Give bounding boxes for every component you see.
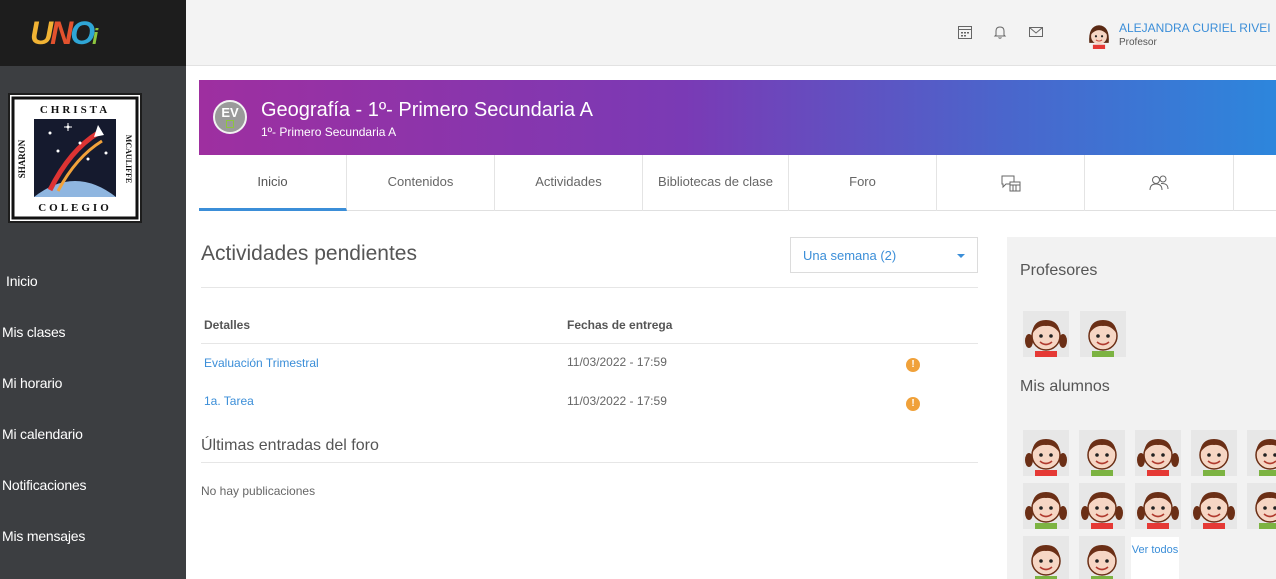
activity-link[interactable]: 1a. Tarea bbox=[204, 394, 254, 408]
sidebar-item-mi-horario[interactable]: Mi horario bbox=[0, 358, 186, 409]
unoi-logo: UNOi bbox=[30, 14, 98, 51]
student-avatar[interactable] bbox=[1247, 483, 1276, 529]
column-header-due-date: Fechas de entrega bbox=[567, 318, 673, 332]
student-avatar[interactable] bbox=[1079, 430, 1125, 476]
student-avatar[interactable] bbox=[1135, 430, 1181, 476]
teacher-avatar[interactable] bbox=[1023, 311, 1069, 357]
forum-divider bbox=[201, 462, 978, 463]
people-panel: Profesores Mis alumnos bbox=[1007, 237, 1276, 579]
user-name[interactable]: ALEJANDRA CURIEL RIVEI bbox=[1119, 21, 1271, 35]
column-header-details: Detalles bbox=[204, 318, 251, 332]
svg-text:COLEGIO: COLEGIO bbox=[38, 202, 112, 214]
table-header-divider bbox=[201, 343, 978, 344]
sidebar-nav: Inicio Mis clases Mi horario Mi calendar… bbox=[0, 256, 186, 562]
svg-text:MCAULIFFE: MCAULIFFE bbox=[124, 135, 133, 183]
student-avatar[interactable] bbox=[1023, 536, 1069, 579]
svg-text:SHARON: SHARON bbox=[17, 139, 27, 178]
class-subtitle: 1º- Primero Secundaria A bbox=[261, 125, 397, 139]
bell-icon[interactable] bbox=[992, 24, 1010, 42]
tab-foro[interactable]: Foro bbox=[789, 155, 937, 211]
student-avatar[interactable] bbox=[1023, 430, 1069, 476]
activity-due-date: 11/03/2022 - 17:59 bbox=[567, 394, 667, 408]
activity-due-date: 11/03/2022 - 17:59 bbox=[567, 355, 667, 369]
sidebar-item-mis-mensajes[interactable]: Mis mensajes bbox=[0, 511, 186, 562]
tab-actividades[interactable]: Actividades bbox=[495, 155, 643, 211]
alert-icon: ! bbox=[906, 397, 920, 411]
people-icon bbox=[1148, 174, 1170, 190]
class-header-banner: EV Geografía - 1º- Primero Secundaria A … bbox=[199, 80, 1276, 155]
student-avatar[interactable] bbox=[1079, 536, 1125, 579]
sidebar-item-inicio[interactable]: Inicio bbox=[0, 256, 186, 307]
teacher-avatar[interactable] bbox=[1080, 311, 1126, 357]
crest-emblem-icon: CHRISTA COLEGIO SHARON MCAULIFFE bbox=[11, 96, 139, 220]
calendar-icon[interactable] bbox=[957, 24, 975, 42]
school-crest-logo: CHRISTA COLEGIO SHARON MCAULIFFE bbox=[8, 93, 142, 223]
alert-icon: ! bbox=[906, 358, 920, 372]
sidebar-item-mi-calendario[interactable]: Mi calendario bbox=[0, 409, 186, 460]
student-avatar[interactable] bbox=[1023, 483, 1069, 529]
student-avatar[interactable] bbox=[1191, 430, 1237, 476]
student-avatar[interactable] bbox=[1079, 483, 1125, 529]
activity-link[interactable]: Evaluación Trimestral bbox=[204, 356, 319, 370]
class-title: Geografía - 1º- Primero Secundaria A bbox=[261, 99, 593, 121]
period-filter-value: Una semana (2) bbox=[803, 248, 897, 263]
app-window: UNOi CHRISTA COLEGIO SHARON MCAULIFFE In… bbox=[0, 0, 1276, 579]
class-tabs: Inicio Contenidos Actividades Biblioteca… bbox=[199, 155, 1276, 211]
user-avatar[interactable] bbox=[1085, 21, 1113, 49]
sidebar: UNOi CHRISTA COLEGIO SHARON MCAULIFFE In… bbox=[0, 0, 186, 579]
brand-logo-bar[interactable]: UNOi bbox=[0, 0, 186, 66]
sidebar-item-mis-clases[interactable]: Mis clases bbox=[0, 307, 186, 358]
mail-icon[interactable] bbox=[1028, 24, 1046, 42]
tab-bibliotecas-de-clase[interactable]: Bibliotecas de clase bbox=[643, 155, 789, 211]
see-all-students-button[interactable]: Ver todos bbox=[1131, 537, 1179, 579]
student-avatar[interactable] bbox=[1191, 483, 1237, 529]
pending-activities-title: Actividades pendientes bbox=[201, 242, 417, 265]
teachers-title: Profesores bbox=[1020, 262, 1098, 279]
tab-people[interactable] bbox=[1085, 155, 1234, 211]
tab-inicio[interactable]: Inicio bbox=[199, 155, 347, 211]
forum-section-title: Últimas entradas del foro bbox=[201, 437, 379, 454]
sidebar-item-notificaciones[interactable]: Notificaciones bbox=[0, 460, 186, 511]
student-avatar[interactable] bbox=[1247, 430, 1276, 476]
svg-text:CHRISTA: CHRISTA bbox=[40, 104, 110, 116]
chat-calendar-icon bbox=[1000, 174, 1022, 192]
forum-empty-text: No hay publicaciones bbox=[201, 484, 316, 498]
chevron-down-icon bbox=[957, 254, 965, 258]
student-avatar[interactable] bbox=[1135, 483, 1181, 529]
user-role: Profesor bbox=[1119, 37, 1157, 48]
badge-square-icon bbox=[226, 120, 234, 128]
students-title: Mis alumnos bbox=[1020, 378, 1110, 395]
section-divider bbox=[201, 287, 978, 288]
tab-chat-calendar[interactable] bbox=[937, 155, 1085, 211]
period-filter-dropdown[interactable]: Una semana (2) bbox=[790, 237, 978, 273]
top-bar: ALEJANDRA CURIEL RIVEI Profesor bbox=[186, 0, 1276, 66]
class-badge: EV bbox=[213, 100, 247, 134]
tab-contenidos[interactable]: Contenidos bbox=[347, 155, 495, 211]
